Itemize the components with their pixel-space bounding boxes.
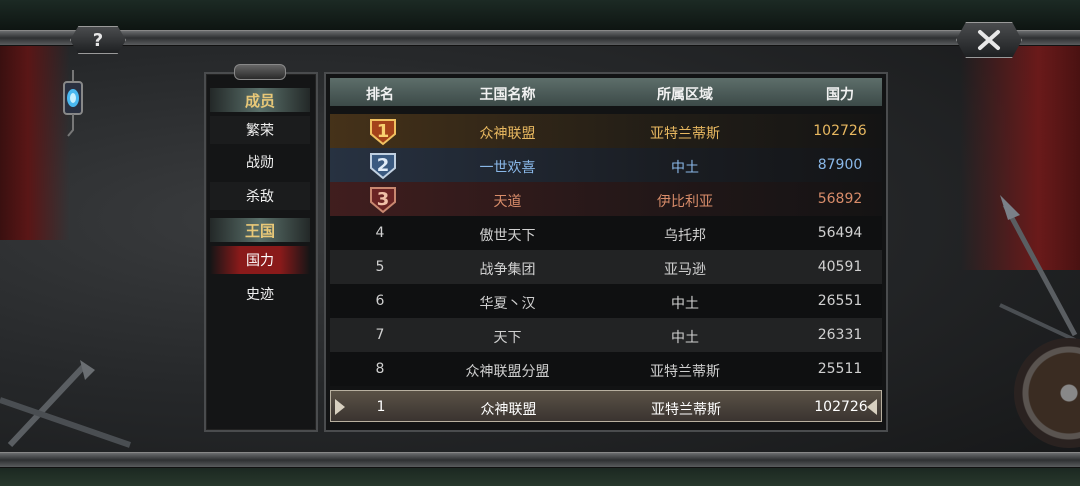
power-value: 56494 [817, 225, 863, 241]
my-kingdom-name: 众神联盟 [480, 402, 537, 418]
close-button[interactable] [956, 22, 1022, 58]
table-row[interactable]: 5 战争集团 亚马逊 40591 [330, 250, 882, 284]
close-x-icon [978, 30, 1000, 50]
menu-item-history[interactable]: 史迹 [210, 280, 310, 308]
menu-item-kills[interactable]: 杀敌 [210, 182, 310, 210]
menu-item-national-power[interactable]: 国力 [210, 246, 310, 274]
rank-number: 8 [375, 361, 385, 377]
my-power: 102726 [814, 399, 868, 415]
region: 中土 [671, 160, 699, 176]
kingdom-name: 战争集团 [479, 262, 536, 278]
bottom-strip [0, 466, 1080, 486]
menu-ornament [234, 64, 286, 80]
gold-medal-icon: 1 [370, 119, 396, 146]
table-header: 排名 王国名称 所属区域 国力 [330, 78, 882, 106]
svg-text:3: 3 [377, 189, 390, 210]
header-power: 国力 [826, 87, 854, 103]
ranking-table: 排名 王国名称 所属区域 国力 1 众神联盟 亚特兰蒂斯 102726 2 一世… [324, 72, 888, 432]
svg-text:1: 1 [377, 121, 390, 142]
top-frame-bar [0, 30, 1080, 46]
power-value: 87900 [817, 157, 863, 173]
rank-number: 7 [375, 327, 385, 343]
power-value: 26551 [817, 293, 863, 309]
power-value: 25511 [817, 361, 863, 377]
header-kingdom-name: 王国名称 [479, 87, 536, 103]
crossed-weapons-icon [0, 360, 131, 448]
kingdom-name: 华夏丶汉 [479, 296, 536, 312]
region: 亚特兰蒂斯 [650, 364, 720, 380]
arrow-right-icon [867, 399, 877, 415]
menu-item-prosperity[interactable]: 繁荣 [210, 116, 310, 144]
power-value: 56892 [817, 191, 863, 207]
power-value: 26331 [817, 327, 863, 343]
bottom-frame-bar [0, 452, 1080, 468]
rank-number: 6 [375, 293, 385, 309]
svg-text:2: 2 [377, 155, 390, 176]
region: 中土 [671, 330, 699, 346]
bronze-medal-icon: 3 [370, 187, 396, 214]
table-row[interactable]: 3 天道 伊比利亚 56892 [330, 182, 882, 216]
table-row[interactable]: 6 华夏丶汉 中土 26551 [330, 284, 882, 318]
kingdom-name: 众神联盟分盟 [465, 364, 550, 380]
help-button[interactable]: ? [70, 26, 126, 54]
power-value: 40591 [817, 259, 863, 275]
help-label: ? [92, 29, 104, 51]
kingdom-name: 一世欢喜 [479, 160, 536, 176]
header-region: 所属区域 [657, 87, 713, 103]
kingdom-name: 傲世天下 [479, 228, 536, 244]
rank-number: 4 [375, 225, 385, 241]
power-value: 102726 [813, 123, 867, 139]
my-region: 亚特兰蒂斯 [651, 402, 721, 418]
region: 乌托邦 [664, 228, 706, 244]
category-menu: 成员 繁荣 战勋 杀敌 王国 国力 史迹 [204, 64, 318, 432]
table-row[interactable]: 4 傲世天下 乌托邦 56494 [330, 216, 882, 250]
silver-medal-icon: 2 [370, 153, 396, 180]
region: 中土 [671, 296, 699, 312]
table-row[interactable]: 7 天下 中土 26331 [330, 318, 882, 352]
table-row[interactable]: 8 众神联盟分盟 亚特兰蒂斯 25511 [330, 352, 882, 386]
lantern-icon [63, 70, 83, 137]
section-header-members: 成员 [210, 88, 310, 112]
section-header-kingdom: 王国 [210, 218, 310, 242]
header-rank: 排名 [366, 87, 394, 103]
kingdom-name: 众神联盟 [479, 126, 536, 142]
spear-icon [999, 195, 1078, 342]
my-kingdom-row[interactable]: 1 众神联盟 亚特兰蒂斯 102726 [330, 390, 882, 422]
region: 亚马逊 [664, 262, 706, 278]
rank-number: 5 [375, 259, 385, 275]
table-row[interactable]: 1 众神联盟 亚特兰蒂斯 102726 [330, 114, 882, 148]
menu-item-merit[interactable]: 战勋 [210, 148, 310, 176]
table-row[interactable]: 2 一世欢喜 中土 87900 [330, 148, 882, 182]
region: 伊比利亚 [657, 194, 713, 210]
kingdom-name: 天下 [493, 330, 522, 346]
kingdom-name: 天道 [493, 194, 522, 210]
my-rank: 1 [376, 399, 386, 415]
region: 亚特兰蒂斯 [650, 126, 720, 142]
top-strip [0, 0, 1080, 30]
